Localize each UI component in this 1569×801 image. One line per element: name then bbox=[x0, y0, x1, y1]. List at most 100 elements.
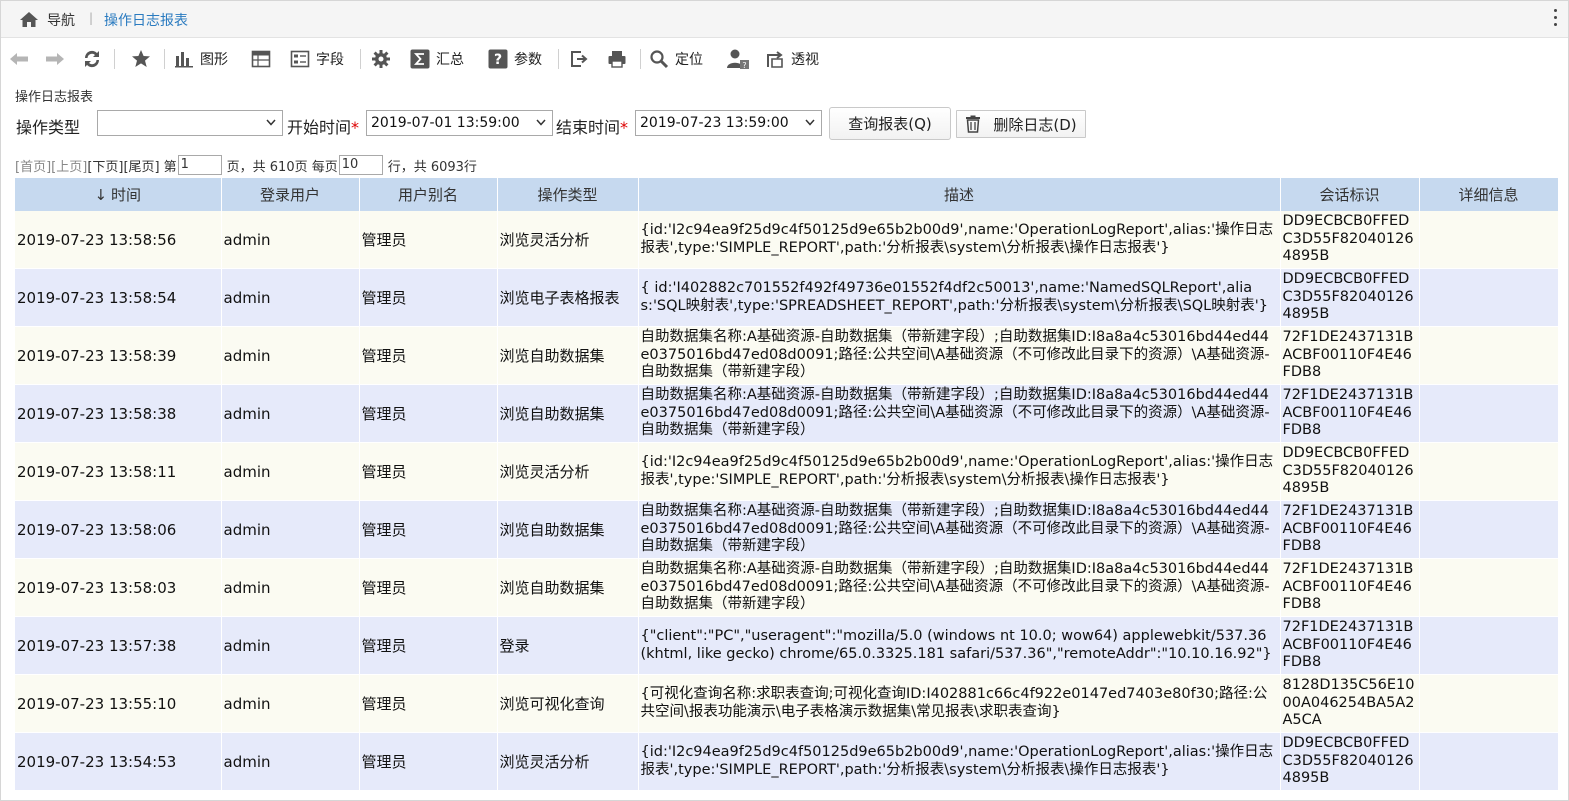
cell-desc: 自助数据集名称:A基础资源-自助数据集（带新建字段）;自助数据集ID:I8a8a… bbox=[638, 326, 1281, 385]
cell-type: 登录 bbox=[497, 616, 639, 675]
last-page-link[interactable]: [尾页] bbox=[123, 156, 159, 175]
cell-time: 2019-07-23 13:58:38 bbox=[15, 384, 222, 443]
fields-button[interactable]: 字段 bbox=[290, 47, 344, 71]
cell-type: 浏览灵活分析 bbox=[497, 732, 639, 791]
arrow-right-icon bbox=[46, 53, 64, 65]
column-header-time-label: 时间 bbox=[111, 186, 142, 204]
op-type-select[interactable] bbox=[97, 110, 283, 136]
cell-alias: 管理员 bbox=[359, 500, 498, 559]
delete-log-button[interactable]: 删除日志(D) bbox=[956, 110, 1086, 138]
first-page-link[interactable]: [首页] bbox=[15, 156, 51, 175]
start-time-value: 2019-07-01 13:59:00 bbox=[371, 115, 520, 131]
toolbar-divider bbox=[558, 49, 559, 69]
column-header-session[interactable]: 会话标识 bbox=[1280, 178, 1420, 211]
cell-detail[interactable] bbox=[1419, 732, 1559, 791]
refresh-icon bbox=[84, 50, 100, 68]
column-header-detail[interactable]: 详细信息 bbox=[1419, 178, 1559, 211]
home-icon[interactable] bbox=[19, 11, 39, 28]
chart-label: 图形 bbox=[200, 52, 228, 68]
chevron-down-icon bbox=[536, 119, 546, 126]
cell-type: 浏览灵活分析 bbox=[497, 442, 639, 501]
bar-chart-icon bbox=[175, 52, 193, 68]
more-menu-icon[interactable] bbox=[1552, 9, 1558, 29]
user-button[interactable]: ? bbox=[726, 47, 750, 71]
table-row[interactable]: 2019-07-23 13:58:54 admin 管理员 浏览电子表格报表 {… bbox=[15, 268, 1559, 327]
summary-button[interactable]: 汇总 bbox=[410, 47, 464, 71]
settings-button[interactable] bbox=[371, 47, 391, 71]
cell-session: 72F1DE2437131BACBF00110F4E46FDB8 bbox=[1280, 384, 1420, 443]
cell-detail[interactable] bbox=[1419, 674, 1559, 733]
column-header-type[interactable]: 操作类型 bbox=[497, 178, 639, 211]
prev-page-link[interactable]: [上页] bbox=[51, 156, 87, 175]
breadcrumb-current[interactable]: 操作日志报表 bbox=[104, 10, 188, 30]
table-row[interactable]: 2019-07-23 13:58:11 admin 管理员 浏览灵活分析 {id… bbox=[15, 442, 1559, 501]
cell-user: admin bbox=[221, 442, 360, 501]
help-icon: ? bbox=[488, 49, 508, 69]
start-time-label-text: 开始时间 bbox=[287, 118, 352, 137]
query-report-button[interactable]: 查询报表(Q) bbox=[829, 107, 951, 140]
locate-button[interactable]: 定位 bbox=[649, 47, 703, 71]
cell-detail[interactable] bbox=[1419, 268, 1559, 327]
start-time-select[interactable]: 2019-07-01 13:59:00 bbox=[366, 110, 553, 136]
back-button[interactable] bbox=[9, 47, 29, 71]
table-row[interactable]: 2019-07-23 13:58:56 admin 管理员 浏览灵活分析 {id… bbox=[15, 211, 1559, 269]
cell-user: admin bbox=[221, 268, 360, 327]
cell-time: 2019-07-23 13:57:38 bbox=[15, 616, 222, 675]
op-type-label: 操作类型 bbox=[16, 118, 81, 137]
column-header-time[interactable]: ↓ 时间 bbox=[15, 178, 222, 211]
table-row[interactable]: 2019-07-23 13:55:10 admin 管理员 浏览可视化查询 {可… bbox=[15, 674, 1559, 733]
table-row[interactable]: 2019-07-23 13:58:39 admin 管理员 浏览自助数据集 自助… bbox=[15, 326, 1559, 385]
export-button[interactable] bbox=[569, 47, 589, 71]
cell-session: 72F1DE2437131BACBF00110F4E46FDB8 bbox=[1280, 558, 1420, 617]
cell-detail[interactable] bbox=[1419, 616, 1559, 675]
end-time-select[interactable]: 2019-07-23 13:59:00 bbox=[635, 110, 822, 136]
cell-detail[interactable] bbox=[1419, 500, 1559, 559]
breadcrumb-separator: | bbox=[89, 11, 94, 25]
cell-detail[interactable] bbox=[1419, 326, 1559, 385]
table-row[interactable]: 2019-07-23 13:58:06 admin 管理员 浏览自助数据集 自助… bbox=[15, 500, 1559, 559]
chart-button[interactable]: 图形 bbox=[174, 47, 228, 71]
table-view-button[interactable] bbox=[251, 47, 271, 71]
forward-button[interactable] bbox=[45, 47, 65, 71]
cell-user: admin bbox=[221, 384, 360, 443]
cell-detail[interactable] bbox=[1419, 211, 1559, 269]
params-button[interactable]: ? 参数 bbox=[488, 47, 542, 71]
table-row[interactable]: 2019-07-23 13:58:38 admin 管理员 浏览自助数据集 自助… bbox=[15, 384, 1559, 443]
log-table: ↓ 时间 登录用户 用户别名 操作类型 描述 会话标识 详细信息 2019-07-… bbox=[15, 178, 1559, 791]
cell-desc: 自助数据集名称:A基础资源-自助数据集（带新建字段）;自助数据集ID:I8a8a… bbox=[638, 384, 1281, 443]
cell-time: 2019-07-23 13:58:54 bbox=[15, 268, 222, 327]
page-total-text: 页，共 610页 每页 bbox=[226, 159, 338, 175]
table-row[interactable]: 2019-07-23 13:58:03 admin 管理员 浏览自助数据集 自助… bbox=[15, 558, 1559, 617]
cell-session: DD9ECBCB0FFEDC3D55F820401264895B bbox=[1280, 442, 1420, 501]
cell-user: admin bbox=[221, 732, 360, 791]
cell-session: 72F1DE2437131BACBF00110F4E46FDB8 bbox=[1280, 500, 1420, 559]
table-row[interactable]: 2019-07-23 13:57:38 admin 管理员 登录 {"clien… bbox=[15, 616, 1559, 675]
favorite-button[interactable] bbox=[131, 47, 151, 71]
page-number-input[interactable]: 1 bbox=[177, 155, 222, 175]
user-icon: ? bbox=[727, 49, 749, 70]
refresh-button[interactable] bbox=[82, 47, 102, 71]
row-total-text: 行，共 6093行 bbox=[387, 159, 477, 175]
cell-session: 72F1DE2437131BACBF00110F4E46FDB8 bbox=[1280, 326, 1420, 385]
table-row[interactable]: 2019-07-23 13:54:53 admin 管理员 浏览灵活分析 {id… bbox=[15, 732, 1559, 791]
cell-user: admin bbox=[221, 674, 360, 733]
cell-type: 浏览自助数据集 bbox=[497, 500, 639, 559]
pivot-button[interactable]: 透视 bbox=[765, 47, 819, 71]
column-header-alias[interactable]: 用户别名 bbox=[359, 178, 498, 211]
column-header-desc[interactable]: 描述 bbox=[638, 178, 1281, 211]
print-button[interactable] bbox=[607, 47, 627, 71]
breadcrumb-nav-link[interactable]: 导航 bbox=[47, 10, 75, 30]
cell-detail[interactable] bbox=[1419, 558, 1559, 617]
required-mark: * bbox=[351, 118, 360, 137]
cell-detail[interactable] bbox=[1419, 384, 1559, 443]
breadcrumb: 导航 | 操作日志报表 bbox=[1, 1, 1568, 38]
next-page-link[interactable]: [下页] bbox=[87, 156, 123, 175]
cell-detail[interactable] bbox=[1419, 442, 1559, 501]
cell-type: 浏览电子表格报表 bbox=[497, 268, 639, 327]
cell-alias: 管理员 bbox=[359, 558, 498, 617]
column-header-user[interactable]: 登录用户 bbox=[221, 178, 360, 211]
cell-time: 2019-07-23 13:58:39 bbox=[15, 326, 222, 385]
cell-user: admin bbox=[221, 616, 360, 675]
cell-time: 2019-07-23 13:54:53 bbox=[15, 732, 222, 791]
per-page-input[interactable]: 10 bbox=[338, 155, 383, 175]
